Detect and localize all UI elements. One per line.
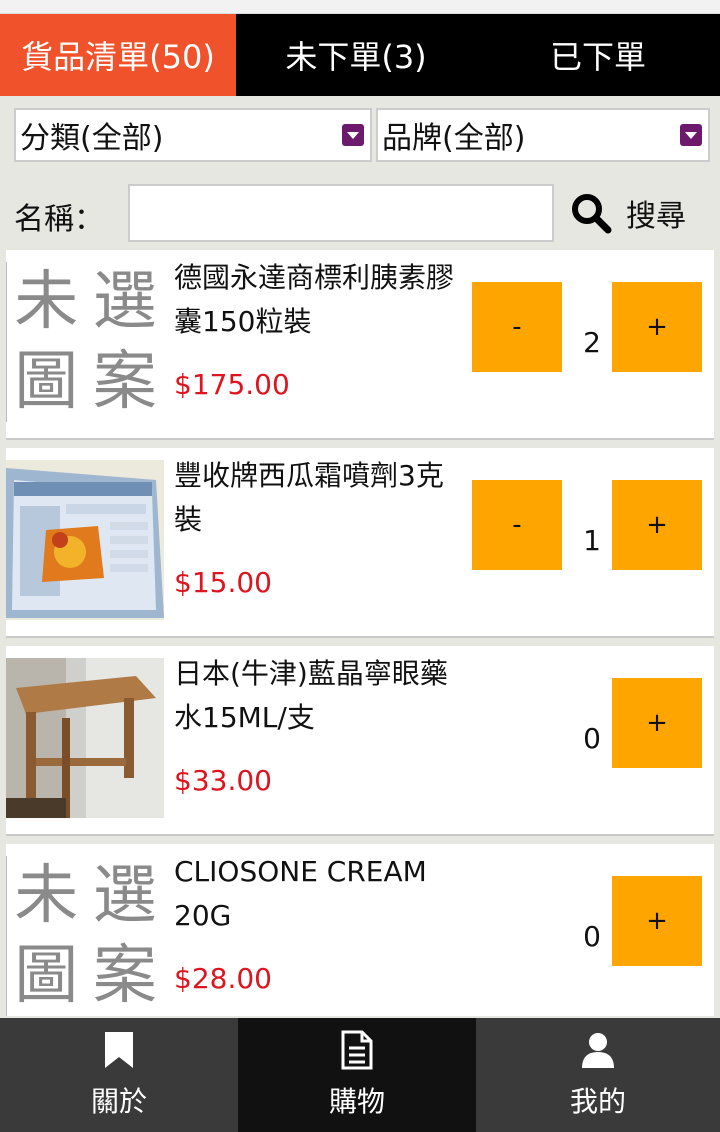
nav-profile[interactable]: 我的 xyxy=(476,1018,720,1132)
tab-not-ordered[interactable]: 未下單(3) xyxy=(236,14,476,96)
product-title: 豐收牌西瓜霜噴劑3克裝 xyxy=(174,459,444,536)
placeholder-char: 選 xyxy=(92,859,157,933)
placeholder-char: 選 xyxy=(92,265,157,339)
decrease-qty-button[interactable]: - xyxy=(472,282,562,372)
placeholder-char: 圖 xyxy=(14,345,79,419)
order-tabs: 貨品清單(50) 未下單(3) 已下單 xyxy=(0,14,720,96)
product-price: $15.00 xyxy=(174,566,272,599)
product-item: 日本(牛津)藍晶寧眼藥水15ML/支 $33.00 0 + xyxy=(6,646,714,836)
product-image: 未 選 圖 案 xyxy=(6,856,164,1016)
increase-qty-button[interactable]: + xyxy=(612,282,702,372)
brand-select[interactable]: 品牌(全部) xyxy=(376,108,710,162)
name-search-input[interactable] xyxy=(128,184,554,242)
category-select-label: 分類(全部) xyxy=(20,121,164,156)
dropdown-arrow-icon xyxy=(342,124,364,146)
user-icon xyxy=(582,1033,614,1068)
status-strip xyxy=(0,0,720,14)
document-icon xyxy=(341,1030,373,1070)
quantity-value: 2 xyxy=(583,326,601,359)
product-image xyxy=(6,460,164,620)
placeholder-char: 圖 xyxy=(14,939,79,1013)
increase-qty-button[interactable]: + xyxy=(612,480,702,570)
nav-profile-label: 我的 xyxy=(569,1085,626,1118)
bottom-nav: 關於 購物 我的 xyxy=(0,1018,720,1132)
search-button-label: 搜尋 xyxy=(626,199,686,234)
nav-shopping[interactable]: 購物 xyxy=(238,1018,476,1132)
product-price: $33.00 xyxy=(174,764,272,797)
no-image-placeholder: 未 選 圖 案 xyxy=(6,262,164,422)
placeholder-char: 案 xyxy=(92,939,157,1013)
product-price: $175.00 xyxy=(174,368,290,401)
brand-select-label: 品牌(全部) xyxy=(382,121,526,156)
product-list: 未 選 圖 案 德國永達商標利胰素膠囊150粒裝 $175.00 - 2 + 豐… xyxy=(6,250,714,1016)
increase-qty-button[interactable]: + xyxy=(612,876,702,966)
product-photo-stool xyxy=(6,658,164,818)
nav-about-label: 關於 xyxy=(90,1085,147,1118)
search-button[interactable]: 搜尋 xyxy=(570,188,686,238)
dropdown-arrow-icon xyxy=(680,124,702,146)
product-price: $28.00 xyxy=(174,962,272,995)
placeholder-char: 未 xyxy=(14,265,79,339)
product-item: 豐收牌西瓜霜噴劑3克裝 $15.00 - 1 + xyxy=(6,448,714,638)
no-image-placeholder: 未 選 圖 案 xyxy=(6,856,164,1016)
quantity-value: 0 xyxy=(583,920,601,953)
product-item: 未 選 圖 案 CLIOSONE CREAM 20G $28.00 0 + xyxy=(6,844,714,1016)
product-title: CLIOSONE CREAM 20G xyxy=(174,855,427,932)
product-image xyxy=(6,658,164,818)
placeholder-char: 未 xyxy=(14,859,79,933)
quantity-value: 1 xyxy=(583,524,601,557)
tab-ordered[interactable]: 已下單 xyxy=(476,14,720,96)
placeholder-char: 案 xyxy=(92,345,157,419)
bookmark-icon xyxy=(105,1032,133,1068)
nav-shopping-label: 購物 xyxy=(328,1085,385,1118)
name-label: 名稱： xyxy=(14,202,104,237)
category-select[interactable]: 分類(全部) xyxy=(14,108,372,162)
decrease-qty-button[interactable]: - xyxy=(472,480,562,570)
product-image: 未 選 圖 案 xyxy=(6,262,164,422)
nav-about[interactable]: 關於 xyxy=(0,1018,238,1132)
product-title: 日本(牛津)藍晶寧眼藥水15ML/支 xyxy=(174,657,448,734)
filter-panel: 分類(全部) 品牌(全部) 名稱： 搜尋 xyxy=(0,96,720,248)
product-photo-screen xyxy=(6,460,164,620)
tab-product-list[interactable]: 貨品清單(50) xyxy=(0,14,236,96)
product-item: 未 選 圖 案 德國永達商標利胰素膠囊150粒裝 $175.00 - 2 + xyxy=(6,250,714,440)
search-icon xyxy=(572,194,612,234)
increase-qty-button[interactable]: + xyxy=(612,678,702,768)
product-title: 德國永達商標利胰素膠囊150粒裝 xyxy=(174,261,455,338)
quantity-value: 0 xyxy=(583,722,601,755)
